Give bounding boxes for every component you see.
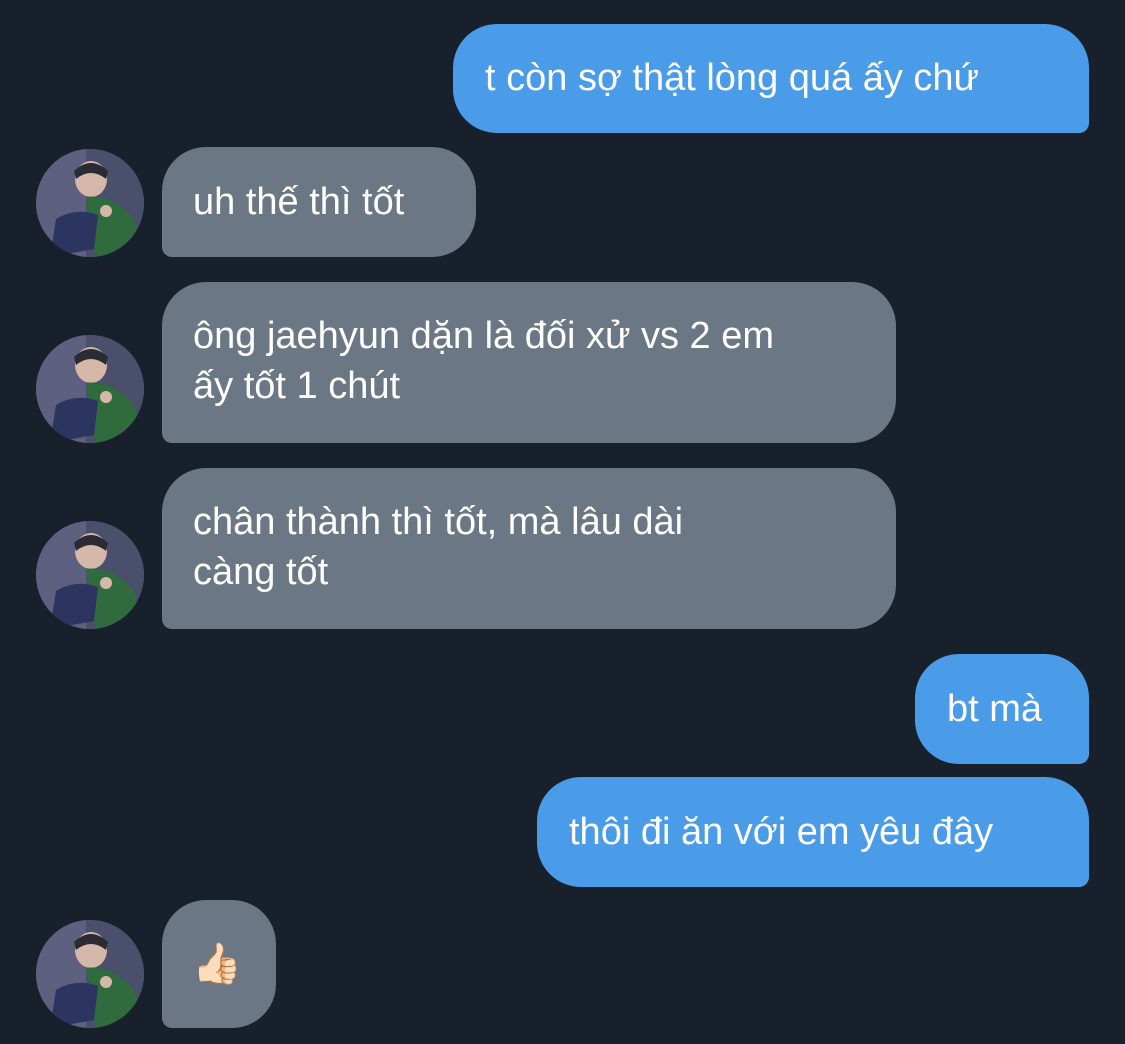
thumbs-up-icon: 👍🏻 — [192, 942, 242, 986]
contact-avatar[interactable] — [36, 521, 144, 629]
avatar-photo-icon — [36, 335, 144, 443]
avatar-photo-icon — [36, 920, 144, 1028]
message-bubble-sent[interactable]: thôi đi ăn với em yêu đây — [537, 777, 1089, 887]
message-bubble-sent[interactable]: bt mà — [915, 654, 1089, 764]
message-bubble-received[interactable]: uh thế thì tốt — [162, 147, 476, 257]
message-text-line: ông jaehyun dặn là đối xử vs 2 em — [193, 315, 775, 357]
message-text: t còn sợ thật lòng quá ấy chứ — [485, 57, 979, 99]
message-text: thôi đi ăn với em yêu đây — [569, 811, 994, 853]
message-text-line: chân thành thì tốt, mà lâu dài — [193, 501, 684, 543]
message-bubble-received[interactable]: ông jaehyun dặn là đối xử vs 2 em ấy tốt… — [162, 282, 896, 443]
contact-avatar[interactable] — [36, 335, 144, 443]
contact-avatar[interactable] — [36, 920, 144, 1028]
contact-avatar[interactable] — [36, 149, 144, 257]
message-text: bt mà — [947, 688, 1043, 730]
message-text: uh thế thì tốt — [193, 181, 405, 223]
avatar-photo-icon — [36, 149, 144, 257]
message-text-line: ấy tốt 1 chút — [193, 365, 401, 407]
message-text-line: càng tốt — [193, 551, 329, 593]
avatar-photo-icon — [36, 521, 144, 629]
message-bubble-sent[interactable]: t còn sợ thật lòng quá ấy chứ — [453, 24, 1089, 133]
message-bubble-received[interactable]: 👍🏻 — [162, 900, 276, 1028]
message-bubble-received[interactable]: chân thành thì tốt, mà lâu dài càng tốt — [162, 468, 896, 629]
